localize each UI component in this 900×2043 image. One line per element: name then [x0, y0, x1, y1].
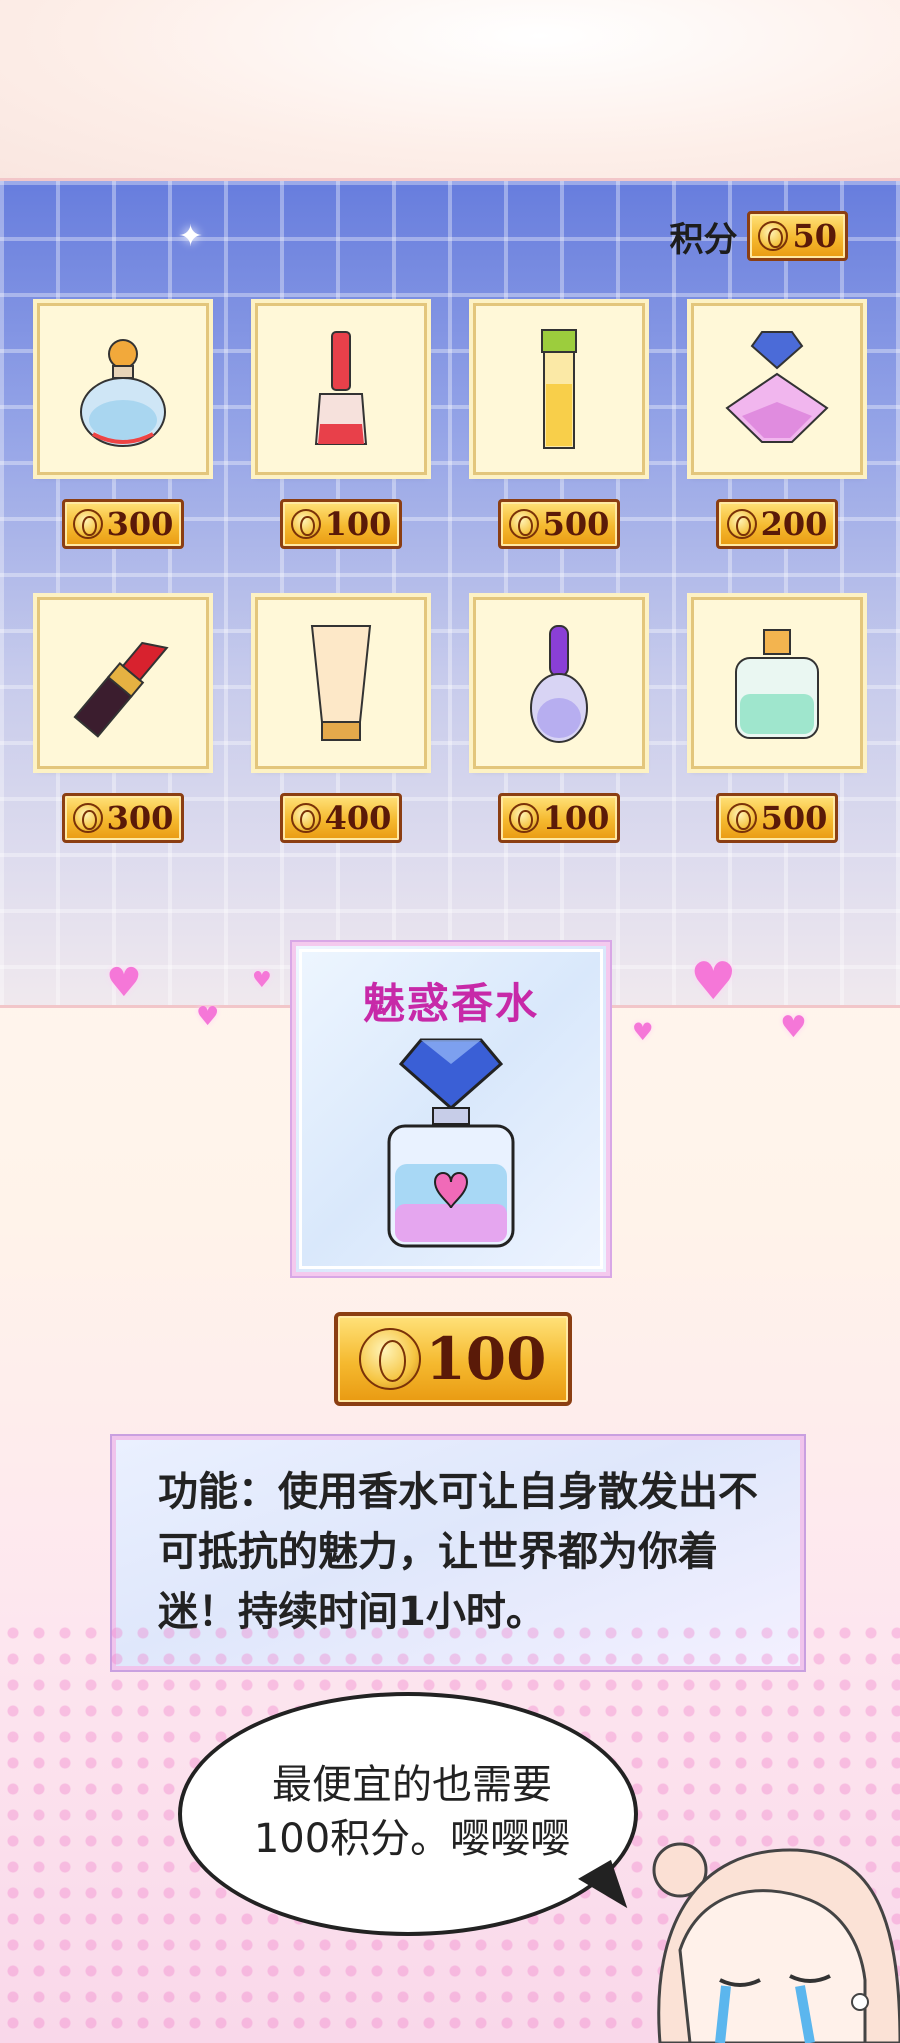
speech-text: 最便宜的也需要 100积分。嘤嘤嘤	[242, 1758, 582, 1866]
nail-polish-icon	[314, 331, 368, 445]
square-perfume-icon	[735, 629, 819, 739]
coin-icon	[508, 509, 539, 539]
crying-girl-illustration	[652, 1842, 900, 2043]
item-box[interactable]	[473, 303, 645, 475]
speech-line-2: 100积分。嘤嘤嘤	[253, 1816, 571, 1862]
item-box[interactable]	[37, 303, 209, 475]
charm-perfume-icon	[387, 1038, 515, 1248]
coin-icon	[290, 509, 321, 539]
heart-icon: ♥	[780, 1010, 807, 1045]
featured-price-tag: 100	[334, 1312, 572, 1406]
lipstick-icon	[73, 641, 169, 738]
speech-bubble: 最便宜的也需要 100积分。嘤嘤嘤	[178, 1692, 638, 1936]
sparkle-icon: ✦	[178, 219, 204, 254]
price-tag: 100	[279, 499, 403, 549]
shop-item[interactable]: 100	[473, 597, 645, 843]
diamond-perfume-icon	[725, 331, 829, 443]
slim-perfume-icon	[541, 329, 577, 449]
item-box[interactable]	[473, 597, 645, 769]
round-perfume-icon	[80, 339, 166, 447]
heart-icon: ♥	[252, 968, 272, 993]
shop-item[interactable]: 100	[255, 303, 427, 549]
points-display: 积分 50	[669, 211, 848, 261]
coin-icon	[72, 803, 103, 833]
points-value: 50	[792, 217, 837, 255]
coin-icon	[758, 221, 789, 251]
points-badge: 50	[747, 211, 848, 261]
points-label: 积分	[669, 219, 738, 260]
shop-item[interactable]: 500	[473, 303, 645, 549]
item-box[interactable]	[255, 303, 427, 475]
price-tag: 400	[279, 793, 403, 843]
heart-icon: ♥	[690, 952, 737, 1012]
item-box[interactable]	[37, 597, 209, 769]
lotion-tube-icon	[310, 625, 372, 741]
shop-panel: ✦ 积分 50 300 100 500 200 300 400 100 500	[0, 178, 900, 1008]
price-value: 200	[760, 505, 828, 543]
price-tag: 100	[497, 793, 621, 843]
item-box[interactable]	[255, 597, 427, 769]
price-value: 500	[760, 799, 828, 837]
heart-icon: ♥	[632, 1018, 654, 1046]
featured-item-name: 魅惑香水	[362, 979, 539, 1028]
coin-icon	[726, 803, 757, 833]
featured-price-value: 100	[425, 1325, 547, 1393]
price-value: 100	[542, 799, 610, 837]
speech-line-1: 最便宜的也需要	[272, 1762, 552, 1808]
price-value: 100	[324, 505, 392, 543]
featured-item-card[interactable]: 魅惑香水	[292, 942, 610, 1276]
shop-item[interactable]: 200	[691, 303, 863, 549]
price-tag: 500	[497, 499, 621, 549]
price-tag: 300	[61, 499, 185, 549]
coin-icon	[359, 1328, 422, 1390]
price-tag: 500	[715, 793, 839, 843]
description-text: 功能：使用香水可让自身散发出不可抵抗的魅力，让世界都为你着迷！持续时间1小时。	[158, 1469, 758, 1635]
price-value: 500	[542, 505, 610, 543]
item-box[interactable]	[691, 303, 863, 475]
coin-icon	[72, 509, 103, 539]
shop-item[interactable]: 400	[255, 597, 427, 843]
item-box[interactable]	[691, 597, 863, 769]
coin-icon	[290, 803, 321, 833]
price-value: 300	[106, 505, 174, 543]
coin-icon	[726, 509, 757, 539]
price-tag: 300	[61, 793, 185, 843]
heart-icon: ♥	[106, 960, 142, 1006]
shop-item[interactable]: 300	[37, 597, 209, 843]
shop-item[interactable]: 300	[37, 303, 209, 549]
price-value: 300	[106, 799, 174, 837]
top-background	[0, 0, 900, 180]
purple-bottle-icon	[530, 625, 588, 743]
price-tag: 200	[715, 499, 839, 549]
price-value: 400	[324, 799, 392, 837]
shop-item[interactable]: 500	[691, 597, 863, 843]
heart-icon: ♥	[196, 1002, 220, 1032]
coin-icon	[508, 803, 539, 833]
item-grid: 300 100 500 200 300 400 100 500	[37, 303, 863, 843]
